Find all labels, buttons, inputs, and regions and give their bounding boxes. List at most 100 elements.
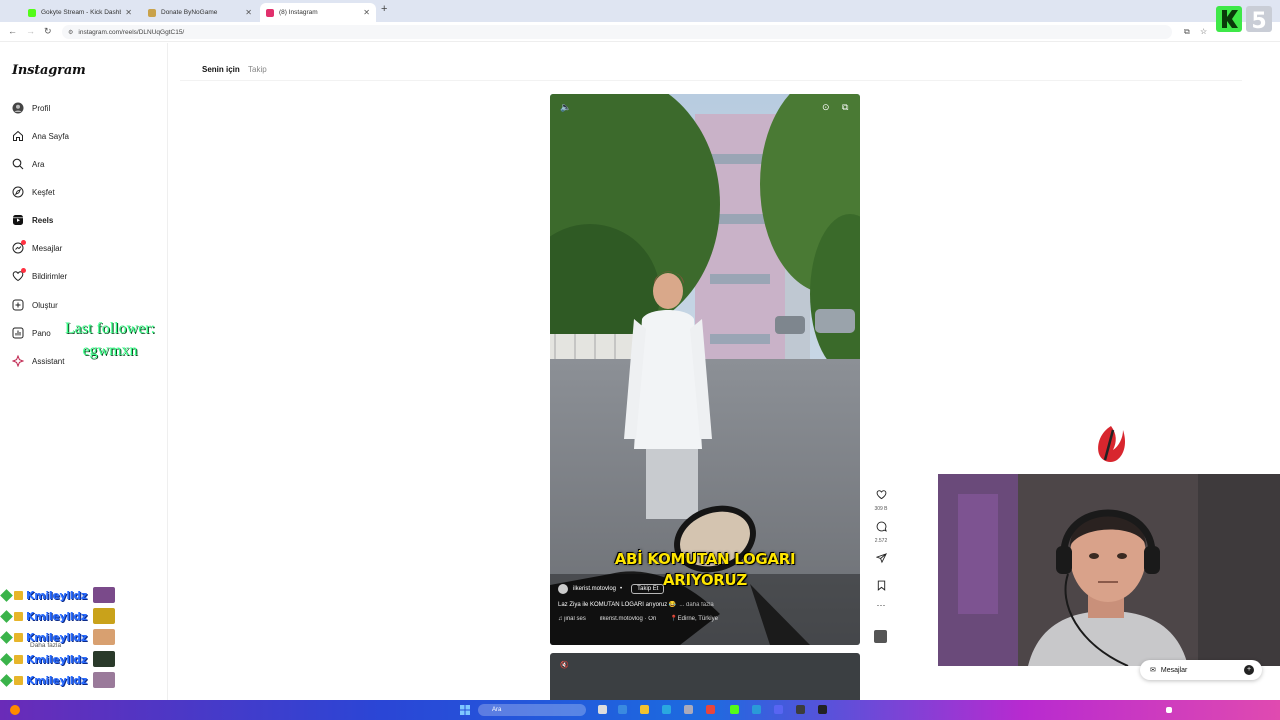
- sidebar-item-home[interactable]: Ana Sayfa: [12, 128, 69, 144]
- close-icon[interactable]: ✕: [363, 8, 370, 17]
- vip-badge-icon: [14, 675, 23, 685]
- chat-message: Kmileylldz: [0, 649, 115, 669]
- bookmark-star-icon[interactable]: ☆: [1200, 27, 1207, 36]
- tab-for-you[interactable]: Senin için: [202, 65, 240, 74]
- new-message-icon[interactable]: +: [1244, 665, 1254, 675]
- sidebar-more-link[interactable]: Daha fazla: [30, 642, 61, 649]
- instagram-logo[interactable]: Instagram: [12, 63, 86, 78]
- share-action[interactable]: [870, 551, 892, 569]
- back-icon[interactable]: ←: [8, 26, 17, 36]
- chrome-icon[interactable]: [706, 705, 715, 714]
- more-options-icon[interactable]: ···: [870, 600, 892, 610]
- reel-info: ilkerist.motovlog • Takip Et Laz Ziya il…: [558, 584, 852, 629]
- more-link[interactable]: ... daha fazla: [679, 602, 713, 608]
- svg-text:5: 5: [1251, 9, 1266, 34]
- sidebar-item-label: Keşfet: [32, 187, 55, 197]
- edge-icon[interactable]: [662, 705, 671, 714]
- sidebar-item-label: Mesajlar: [32, 243, 63, 253]
- app-icon[interactable]: [684, 705, 693, 714]
- search-icon: [12, 158, 24, 170]
- app-icon[interactable]: [752, 705, 761, 714]
- sidebar-item-profile[interactable]: Profil: [12, 100, 50, 116]
- audio-owner[interactable]: ilkerist.motovlog · Ori: [600, 616, 656, 622]
- vip-badge-icon: [14, 632, 23, 642]
- dashboard-icon: [12, 327, 24, 339]
- app-icon[interactable]: [618, 705, 627, 714]
- heart-icon: [12, 268, 26, 282]
- messages-chip-label: Mesajlar: [1160, 666, 1188, 674]
- widgets-icon[interactable]: [10, 705, 20, 715]
- browser-tab-bynogame[interactable]: Donate ByNoGame ✕: [142, 3, 258, 22]
- heart-icon: [876, 490, 886, 500]
- sidebar-item-notifications[interactable]: Bildirimler: [12, 268, 67, 284]
- audio-thumbnail[interactable]: [874, 630, 887, 643]
- forward-icon[interactable]: →: [26, 26, 35, 36]
- vip-badge-icon: [14, 611, 23, 621]
- assistant-icon: [12, 355, 24, 367]
- tab-label: Donate ByNoGame: [161, 9, 218, 16]
- close-icon[interactable]: ✕: [245, 8, 252, 17]
- avatar-icon: [12, 102, 24, 114]
- messages-chip[interactable]: ✉ Mesajlar +: [1140, 660, 1262, 680]
- tab-following[interactable]: Takip: [248, 65, 267, 74]
- subscriber-badge-icon: [0, 609, 13, 623]
- send-icon: [875, 553, 887, 564]
- taskbar-search-placeholder: Ara: [492, 707, 502, 713]
- browser-toolbar: ← → ↻ ⚙ instagram.com/reels/DLNUqGgtC15/…: [0, 22, 1280, 42]
- new-tab-icon[interactable]: +: [381, 3, 387, 15]
- open-external-icon[interactable]: ⧉: [842, 102, 848, 113]
- browser-tab-bar: Gokyte Stream - Kick Dashboard ✕ Donate …: [0, 0, 1280, 22]
- install-icon[interactable]: ⧉: [1184, 27, 1190, 37]
- sidebar-item-explore[interactable]: Keşfet: [12, 184, 55, 200]
- sound-settings-icon[interactable]: ⊙: [822, 102, 830, 113]
- kick-favicon-icon: [28, 8, 36, 17]
- reels-icon: [12, 214, 24, 226]
- reel-video[interactable]: 🔈 ⊙ ⧉ ABİ KOMUTAN LOGARI ARIYORUZ ilkeri…: [550, 94, 860, 645]
- notification-badge: [21, 240, 26, 245]
- mute-icon[interactable]: 🔈: [560, 102, 571, 113]
- sidebar-item-dashboard[interactable]: Pano: [12, 325, 51, 341]
- webcam-overlay: [938, 474, 1280, 666]
- windows-start-icon[interactable]: [460, 705, 470, 715]
- address-bar[interactable]: ⚙ instagram.com/reels/DLNUqGgtC15/: [62, 25, 1172, 39]
- chat-username: Kmileylldz: [26, 588, 87, 602]
- sidebar-item-reels[interactable]: Reels: [12, 212, 53, 228]
- mute-icon[interactable]: 🔇: [560, 661, 569, 669]
- author-avatar[interactable]: [558, 584, 568, 594]
- audio-label[interactable]: ♫ jinal ses: [558, 616, 586, 622]
- follow-button[interactable]: Takip Et: [631, 584, 665, 594]
- sidebar-item-messages[interactable]: Mesajlar: [12, 240, 62, 256]
- notification-badge: [21, 268, 26, 273]
- sidebar-item-search[interactable]: Ara: [12, 156, 44, 172]
- discord-icon[interactable]: [774, 705, 783, 714]
- sidebar-item-label: Pano: [32, 328, 51, 338]
- separator: •: [620, 586, 623, 592]
- subscriber-badge-icon: [0, 673, 13, 687]
- last-follower-name: egwmxn: [82, 342, 138, 359]
- task-view-icon[interactable]: [598, 705, 607, 714]
- browser-tab-instagram[interactable]: (8) Instagram ✕: [260, 3, 376, 22]
- sidebar-item-label: Oluştur: [32, 300, 58, 310]
- obs-icon[interactable]: [796, 705, 805, 714]
- kick-app-icon[interactable]: [730, 705, 739, 714]
- close-icon[interactable]: ✕: [125, 8, 132, 17]
- site-info-icon[interactable]: ⚙: [68, 29, 73, 36]
- chat-message: Kmileylldz: [0, 606, 115, 626]
- taskbar-search[interactable]: Ara: [478, 704, 586, 716]
- emote-icon: [92, 608, 115, 624]
- reload-icon[interactable]: ↻: [44, 26, 52, 37]
- comment-action[interactable]: 2.572: [870, 519, 892, 544]
- app-icon[interactable]: [818, 705, 827, 714]
- save-action[interactable]: [870, 578, 892, 596]
- bynogame-favicon-icon: [148, 8, 156, 17]
- next-reel-video[interactable]: 🔇: [550, 653, 860, 700]
- sidebar-item-create[interactable]: Oluştur: [12, 297, 58, 313]
- author-username[interactable]: ilkerist.motovlog: [573, 586, 616, 592]
- browser-tab-kick[interactable]: Gokyte Stream - Kick Dashboard ✕: [22, 3, 138, 22]
- file-explorer-icon[interactable]: [640, 705, 649, 714]
- tray-icon[interactable]: [1166, 707, 1172, 713]
- like-action[interactable]: 309 B: [870, 487, 892, 512]
- location-label[interactable]: Edirne, Türkiye: [678, 616, 718, 622]
- feed-tabs: Senin için Takip: [202, 65, 273, 74]
- emote-icon: [92, 672, 115, 688]
